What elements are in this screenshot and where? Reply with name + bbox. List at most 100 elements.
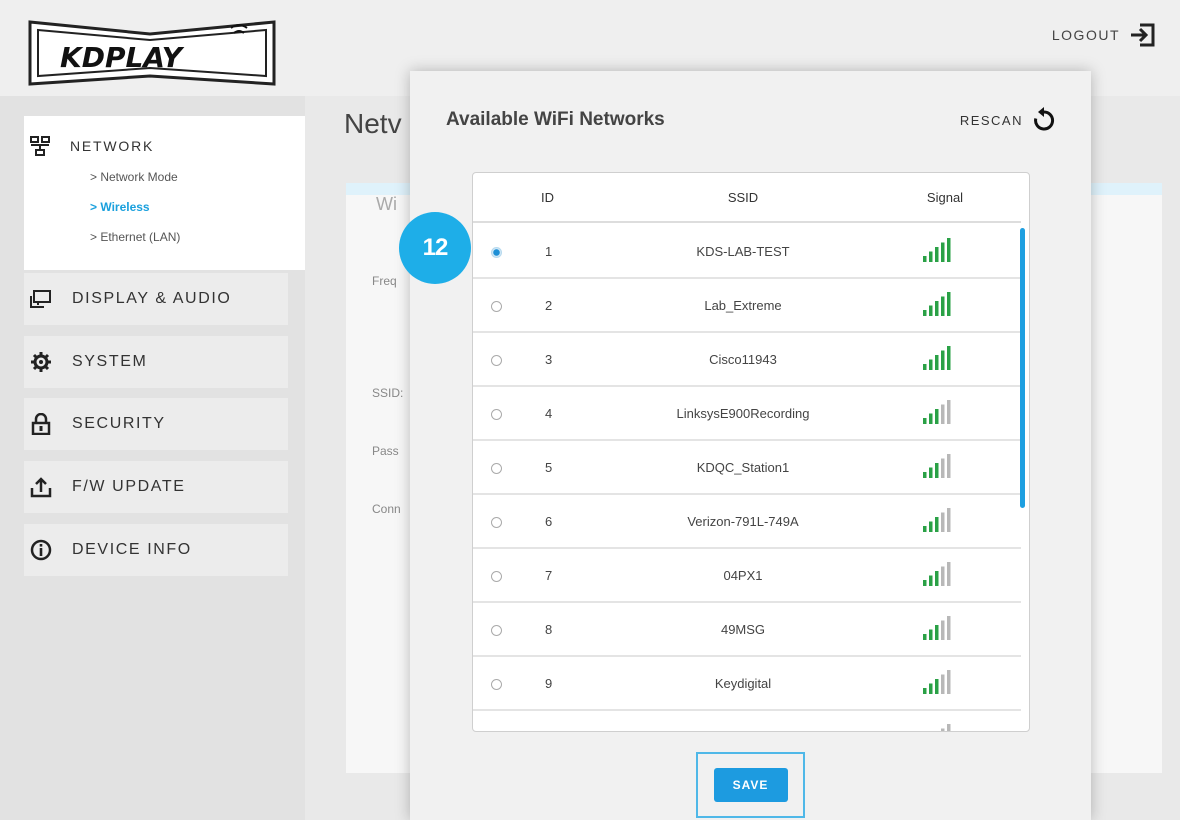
sidebar-item-device-info[interactable]: DEVICE INFO — [24, 524, 288, 576]
signal-bar — [941, 350, 945, 370]
refresh-icon — [1034, 107, 1055, 131]
signal-bar — [941, 512, 945, 532]
network-id: 6 — [545, 514, 553, 529]
signal-bar — [929, 629, 933, 640]
network-ssid: KDS-LAB-TEST — [696, 244, 790, 259]
signal-strength-icon — [923, 400, 951, 424]
signal-bar — [947, 724, 951, 731]
table-scrollbar[interactable] — [1020, 228, 1025, 508]
card-title: Wi — [376, 194, 397, 214]
network-ssid: Verizon-791L-749A — [687, 514, 799, 529]
signal-bar — [923, 310, 927, 316]
signal-bar — [935, 463, 939, 478]
table-row[interactable]: 2 Lab_Extreme — [473, 279, 1021, 333]
signal-bar — [929, 251, 933, 262]
signal-bar — [941, 620, 945, 640]
column-header-signal: Signal — [926, 189, 964, 205]
signal-strength-icon — [923, 670, 951, 694]
svg-text:KDPLAY: KDPLAY — [60, 41, 185, 74]
signal-bar — [941, 404, 945, 424]
logout-icon — [1131, 23, 1155, 47]
dialog-title: Available WiFi Networks — [446, 109, 665, 130]
network-id: 8 — [545, 622, 553, 637]
table-row[interactable]: 1 KDS-LAB-TEST — [473, 225, 1021, 279]
signal-bar — [947, 454, 951, 478]
signal-strength-icon — [923, 238, 951, 262]
signal-strength-icon — [923, 346, 951, 370]
signal-bar — [935, 409, 939, 424]
table-row[interactable]: 7 04PX1 — [473, 549, 1021, 603]
table-row[interactable]: 5 KDQC_Station1 — [473, 441, 1021, 495]
table-row[interactable]: 10 CompassTrainingRacks — [473, 711, 1021, 731]
signal-bar — [947, 616, 951, 640]
network-ssid: KDQC_Station1 — [696, 460, 790, 475]
signal-bar — [947, 508, 951, 532]
sidebar-subitem-network-mode[interactable]: > Network Mode — [90, 170, 178, 184]
signal-bar — [923, 688, 927, 694]
sidebar-item-display-audio[interactable]: DISPLAY & AUDIO — [24, 273, 288, 325]
network-radio[interactable] — [491, 355, 502, 366]
signal-bar — [923, 526, 927, 532]
frequency-label: Freq — [372, 274, 397, 288]
save-button[interactable]: SAVE — [713, 768, 788, 802]
network-icon — [30, 136, 50, 156]
network-radio[interactable] — [491, 625, 502, 636]
wifi-networks-dialog: Available WiFi Networks RESCAN ID SSID S… — [410, 71, 1091, 820]
network-radio[interactable] — [491, 409, 502, 420]
step-callout-badge: 12 — [399, 212, 471, 284]
signal-strength-icon — [941, 724, 951, 731]
table-row[interactable]: 3 Cisco11943 — [473, 333, 1021, 387]
network-radio[interactable] — [491, 301, 502, 312]
sidebar-subitem-wireless[interactable]: > Wireless — [90, 200, 150, 214]
signal-bar — [923, 580, 927, 586]
lock-icon — [30, 413, 52, 435]
network-radio[interactable] — [491, 571, 502, 582]
signal-bar — [935, 679, 939, 694]
logout-button[interactable]: LOGOUT — [1052, 20, 1158, 50]
sidebar-subitem-ethernet[interactable]: > Ethernet (LAN) — [90, 230, 180, 244]
network-ssid: CompassTrainingRacks — [674, 730, 812, 731]
sidebar-item-system[interactable]: SYSTEM — [24, 336, 288, 388]
signal-strength-icon — [923, 292, 951, 316]
sidebar-item-label: NETWORK — [70, 138, 155, 154]
kdplay-logo: KDPLAY — [28, 20, 276, 86]
sidebar-item-network[interactable]: NETWORK > Network Mode > Wireless > Ethe… — [24, 116, 305, 270]
gear-icon — [30, 351, 52, 373]
password-label: Pass — [372, 444, 399, 458]
info-icon — [30, 539, 52, 561]
sidebar-item-label: F/W UPDATE — [72, 478, 186, 495]
network-id: 7 — [545, 568, 553, 583]
network-ssid: LinksysE900Recording — [676, 406, 810, 421]
signal-bar — [929, 305, 933, 316]
signal-bar — [929, 467, 933, 478]
table-header: ID SSID Signal — [473, 173, 1021, 223]
table-row[interactable]: 6 Verizon-791L-749A — [473, 495, 1021, 549]
logout-label: LOGOUT — [1051, 27, 1120, 43]
signal-bar — [941, 566, 945, 586]
networks-table: ID SSID Signal 1 KDS-LAB-TEST 2 Lab_Extreme… — [472, 172, 1030, 732]
network-id: 1 — [545, 244, 553, 259]
network-id: 9 — [545, 676, 553, 691]
table-row[interactable]: 8 49MSG — [473, 603, 1021, 657]
rescan-button[interactable]: RESCAN — [960, 107, 1057, 133]
network-ssid: Lab_Extreme — [704, 298, 782, 313]
network-radio[interactable] — [491, 517, 502, 528]
network-radio[interactable] — [491, 679, 502, 690]
signal-bar — [947, 400, 951, 424]
signal-bar — [929, 359, 933, 370]
network-radio[interactable] — [491, 463, 502, 474]
save-highlight: SAVE — [696, 752, 805, 818]
sidebar-item-security[interactable]: SECURITY — [24, 398, 288, 450]
table-row[interactable]: 9 Keydigital — [473, 657, 1021, 711]
signal-bar — [941, 458, 945, 478]
signal-bar — [941, 674, 945, 694]
signal-bar — [935, 625, 939, 640]
ssid-label: SSID: — [372, 386, 404, 400]
network-radio[interactable] — [491, 247, 502, 258]
signal-strength-icon — [923, 616, 951, 640]
sidebar-item-fw-update[interactable]: F/W UPDATE — [24, 461, 288, 513]
table-row[interactable]: 4 LinksysE900Recording — [473, 387, 1021, 441]
signal-bar — [947, 346, 951, 370]
signal-strength-icon — [923, 454, 951, 478]
signal-bar — [923, 472, 927, 478]
